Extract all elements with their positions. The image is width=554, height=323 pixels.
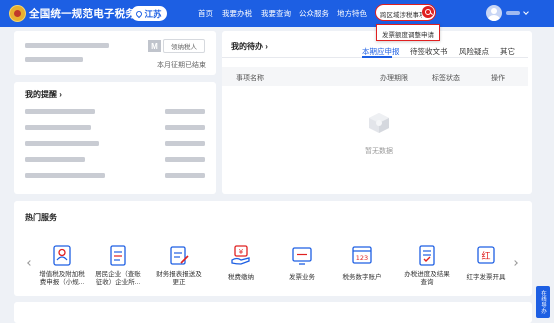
col-action: 操作 [491, 75, 505, 82]
service-label[interactable]: 税费缴纳 [212, 274, 270, 282]
tab-other[interactable]: 其它 [500, 46, 515, 57]
top-header: 全国统一规范电子税务局 江苏 首页 我要办税 我要查询 公众服务 地方特色 跨区… [0, 0, 554, 27]
svg-text:123: 123 [356, 254, 368, 262]
svg-text:红: 红 [481, 250, 490, 262]
reminder-item[interactable] [25, 125, 91, 130]
todo-table-header [222, 67, 528, 86]
reminder-item[interactable] [25, 157, 85, 162]
reminder-date [165, 173, 205, 178]
nav-query[interactable]: 我要查询 [261, 8, 291, 19]
suggestion-item[interactable]: 发票额度调整申请 [382, 29, 434, 39]
document-list-icon[interactable] [107, 244, 129, 266]
taxpayer-type-button[interactable]: 领纳税人 [163, 39, 205, 53]
search-suggestion-dropdown: 发票额度调整申请 [376, 24, 440, 41]
payment-hand-icon[interactable]: ¥ [230, 244, 252, 266]
tab-risk-doubts[interactable]: 风险疑点 [459, 46, 489, 57]
reminder-title[interactable]: 我的提醒 › [25, 89, 62, 100]
chevron-down-icon[interactable] [523, 9, 529, 15]
region-label: 江苏 [144, 8, 162, 19]
location-pin-icon [135, 9, 144, 18]
online-guide-tab[interactable]: 在线导办 [536, 286, 550, 318]
svg-text:¥: ¥ [239, 248, 244, 256]
site-title[interactable]: 全国统一规范电子税务局 [29, 6, 147, 21]
reminder-date [165, 109, 205, 114]
col-status: 标签状态 [432, 75, 460, 82]
todo-title[interactable]: 我的待办 › [231, 41, 268, 52]
service-label[interactable]: 财务报表报送及 更正 [150, 271, 208, 287]
empty-box-icon [369, 113, 389, 133]
search-icon[interactable] [422, 6, 434, 18]
nav-home[interactable]: 首页 [198, 8, 213, 19]
service-label[interactable]: 红字发票开具 [457, 274, 515, 282]
taxpayer-name-redacted [25, 43, 109, 48]
badge-letter: M [148, 40, 161, 52]
user-name-redacted[interactable] [506, 11, 520, 15]
reminder-item[interactable] [25, 173, 105, 178]
reminder-date [165, 125, 205, 130]
search-input[interactable]: 跨区域涉税事项申报 [380, 9, 422, 19]
red-invoice-icon[interactable]: 红 [475, 244, 497, 266]
digital-account-icon[interactable]: 123 [351, 244, 373, 266]
service-label[interactable]: 发票业务 [273, 274, 331, 282]
progress-doc-icon[interactable] [416, 244, 438, 266]
search-box[interactable]: 跨区域涉税事项申报 [375, 4, 436, 21]
nav-local-features[interactable]: 地方特色 [337, 8, 367, 19]
reminder-date [165, 157, 205, 162]
tax-emblem-icon [9, 5, 26, 22]
region-selector[interactable]: 江苏 [131, 6, 167, 21]
services-title: 热门服务 [25, 213, 57, 222]
user-avatar[interactable] [486, 5, 502, 21]
col-deadline: 办理期限 [380, 75, 408, 82]
taxpayer-id-redacted [25, 57, 83, 62]
report-edit-icon[interactable] [168, 244, 190, 266]
service-label[interactable]: 税务数字账户 [333, 274, 391, 282]
service-label[interactable]: 增值税及附加税 费申报（小规... [33, 271, 91, 287]
active-tab-indicator [362, 56, 392, 58]
bottom-section [14, 302, 532, 323]
invoice-screen-icon[interactable] [291, 244, 313, 266]
service-label[interactable]: 办税进度及结果 查询 [398, 271, 456, 287]
reminder-date [165, 141, 205, 146]
reminder-item[interactable] [25, 109, 95, 114]
deadline-status: 本月征期已结束 [157, 62, 206, 69]
service-label[interactable]: 居民企业（查账 征收）企业所... [89, 271, 147, 287]
reminder-item[interactable] [25, 141, 99, 146]
person-doc-icon[interactable] [51, 244, 73, 266]
tab-pending-documents[interactable]: 待签收文书 [410, 46, 448, 57]
empty-state-text: 暂无数据 [365, 148, 393, 155]
nav-public-service[interactable]: 公众服务 [299, 8, 329, 19]
nav-tax-handling[interactable]: 我要办税 [222, 8, 252, 19]
col-item-name: 事项名称 [236, 75, 264, 82]
